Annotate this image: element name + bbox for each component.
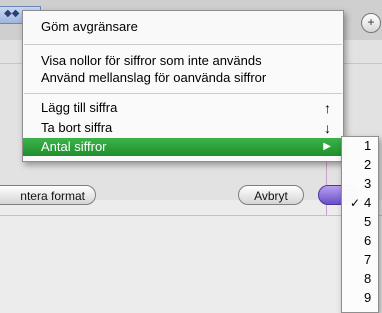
cancel-button[interactable]: Avbryt <box>238 185 304 205</box>
submenu-option-5[interactable]: 5 <box>342 213 378 231</box>
menu-item-use-spaces[interactable]: Använd mellanslag för oanvända siffror <box>23 69 343 87</box>
menu-item-add-digit[interactable]: Lägg till siffra ↑ <box>23 99 343 117</box>
add-icon[interactable]: + <box>361 13 381 33</box>
menu-item-digit-count[interactable]: Antal siffror ▶ <box>23 138 343 156</box>
guide-line-horizontal <box>0 215 382 216</box>
menu-item-label: Visa nollor för siffror som inte används <box>41 53 262 68</box>
context-menu: Göm avgränsare Visa nollor för siffror s… <box>22 10 344 162</box>
digit-count-submenu: 1 2 3 ✓ 4 5 6 7 8 9 <box>341 136 379 313</box>
menu-item-hide-separators[interactable]: Göm avgränsare <box>23 18 343 36</box>
dialog-footer <box>0 200 382 313</box>
submenu-option-2[interactable]: 2 <box>342 156 378 174</box>
submenu-option-4[interactable]: ✓ 4 <box>342 194 378 212</box>
submenu-option-8[interactable]: 8 <box>342 270 378 288</box>
checkmark-icon: ✓ <box>350 196 361 210</box>
token-handle-icon: ◆◆ <box>4 8 20 19</box>
menu-item-label: Göm avgränsare <box>41 19 138 34</box>
menu-item-label: Lägg till siffra <box>41 100 118 115</box>
submenu-option-6[interactable]: 6 <box>342 232 378 250</box>
menu-item-label: Antal siffror <box>41 139 107 154</box>
arrow-down-icon: ↓ <box>324 120 331 136</box>
menu-item-remove-digit[interactable]: Ta bort siffra ↓ <box>23 119 343 137</box>
submenu-arrow-icon: ▶ <box>323 141 331 152</box>
menu-item-label: Använd mellanslag för oanvända siffror <box>41 70 267 85</box>
menu-item-label: Ta bort siffra <box>41 120 113 135</box>
submenu-option-1[interactable]: 1 <box>342 137 378 155</box>
arrow-up-icon: ↑ <box>324 100 331 116</box>
menu-separator <box>24 44 342 45</box>
submenu-option-9[interactable]: 9 <box>342 289 378 307</box>
menu-separator <box>24 93 342 94</box>
submenu-option-7[interactable]: 7 <box>342 251 378 269</box>
menu-item-show-zeros[interactable]: Visa nollor för siffror som inte används <box>23 52 343 70</box>
submenu-option-3[interactable]: 3 <box>342 175 378 193</box>
custom-format-button[interactable]: ntera format <box>0 185 96 205</box>
